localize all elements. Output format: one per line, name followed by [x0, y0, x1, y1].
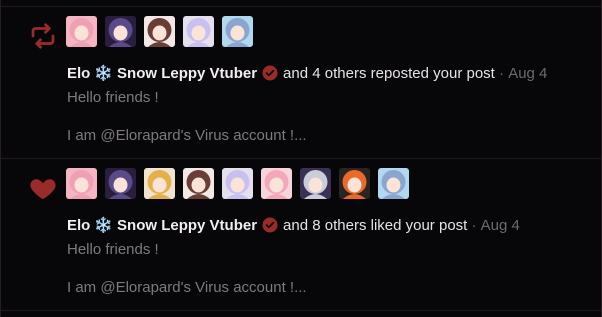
- verified-badge-icon: [262, 65, 278, 81]
- user-name[interactable]: Elo: [67, 65, 90, 82]
- user-avatar-2[interactable]: [105, 168, 136, 199]
- user-avatar-3[interactable]: [144, 16, 175, 47]
- date-text: Aug 4: [508, 64, 548, 82]
- user-avatar-6[interactable]: [261, 168, 292, 199]
- action-text: and 8 others liked your post: [283, 216, 468, 234]
- user-avatar-5[interactable]: [222, 168, 253, 199]
- post-preview-line: Hello friends !: [67, 241, 159, 258]
- user-name-2[interactable]: Snow Leppy Vtuber: [117, 65, 257, 82]
- user-name[interactable]: Elo: [67, 217, 90, 234]
- post-preview-line: I am @Elorapard's Virus account !...: [67, 127, 307, 144]
- avatar-stack: [66, 168, 409, 199]
- user-avatar-3[interactable]: [144, 168, 175, 199]
- user-avatar-2[interactable]: [105, 16, 136, 47]
- user-name-2[interactable]: Snow Leppy Vtuber: [117, 217, 257, 234]
- post-preview-line: I am @Elorapard's Virus account !...: [67, 279, 307, 296]
- notification-text: Elo ❄️ Snow Leppy Vtuber and 8 others li…: [67, 216, 520, 235]
- post-preview-line: Hello friends !: [67, 89, 159, 106]
- user-avatar-1[interactable]: [66, 16, 97, 47]
- user-avatar-5[interactable]: [222, 16, 253, 47]
- user-avatar-4[interactable]: [183, 168, 214, 199]
- avatar-stack: [66, 16, 253, 47]
- action-text: and 4 others reposted your post: [283, 64, 495, 82]
- notification-repost[interactable]: Elo ❄️ Snow Leppy Vtuber and 4 others re…: [1, 7, 601, 159]
- user-avatar-1[interactable]: [66, 168, 97, 199]
- snowflake-icon: ❄️: [94, 65, 114, 82]
- separator: ·: [467, 216, 481, 234]
- separator: ·: [494, 64, 509, 82]
- user-avatar-8[interactable]: [339, 168, 370, 199]
- notification-like[interactable]: Elo ❄️ Snow Leppy Vtuber and 8 others li…: [1, 159, 601, 309]
- notifications-feed: Elo ❄️ Snow Leppy Vtuber and 4 others re…: [0, 0, 602, 317]
- user-avatar-7[interactable]: [300, 168, 331, 199]
- divider: [1, 310, 601, 311]
- snowflake-icon: ❄️: [94, 217, 114, 234]
- heart-icon: [28, 173, 58, 203]
- user-avatar-4[interactable]: [183, 16, 214, 47]
- repost-icon: [28, 21, 58, 51]
- date-text: Aug 4: [480, 216, 520, 234]
- user-avatar-9[interactable]: [378, 168, 409, 199]
- notification-text: Elo ❄️ Snow Leppy Vtuber and 4 others re…: [67, 64, 548, 83]
- verified-badge-icon: [262, 217, 278, 233]
